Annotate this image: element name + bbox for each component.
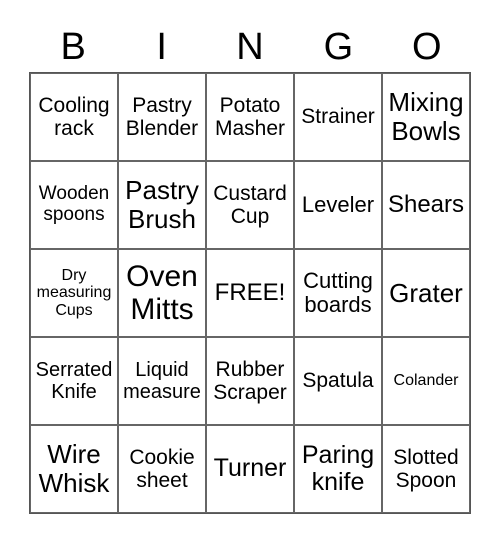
bingo-cell[interactable]: Serrated Knife <box>30 337 118 425</box>
bingo-cell[interactable]: Colander <box>382 337 470 425</box>
bingo-cell[interactable]: Cooling rack <box>30 73 118 161</box>
bingo-cell[interactable]: Cookie sheet <box>118 425 206 513</box>
bingo-cell[interactable]: Grater <box>382 249 470 337</box>
bingo-cell[interactable]: Potato Masher <box>206 73 294 161</box>
header-letter-n: N <box>236 26 264 68</box>
header-letter-b: B <box>60 26 86 68</box>
bingo-cell[interactable]: Paring knife <box>294 425 382 513</box>
bingo-header: B I N G O <box>29 22 471 72</box>
bingo-cell[interactable]: Pastry Brush <box>118 161 206 249</box>
bingo-cell[interactable]: Turner <box>206 425 294 513</box>
bingo-cell[interactable]: Wire Whisk <box>30 425 118 513</box>
bingo-cell[interactable]: Dry measuring Cups <box>30 249 118 337</box>
bingo-cell[interactable]: Spatula <box>294 337 382 425</box>
bingo-cell[interactable]: Liquid measure <box>118 337 206 425</box>
bingo-cell[interactable]: Slotted Spoon <box>382 425 470 513</box>
bingo-cell[interactable]: Cutting boards <box>294 249 382 337</box>
bingo-cell[interactable]: Custard Cup <box>206 161 294 249</box>
free-space-cell[interactable]: FREE! <box>206 249 294 337</box>
bingo-cell[interactable]: Oven Mitts <box>118 249 206 337</box>
bingo-cell[interactable]: Leveler <box>294 161 382 249</box>
bingo-cell[interactable]: Pastry Blender <box>118 73 206 161</box>
header-letter-g: G <box>323 26 354 68</box>
header-letter-i: I <box>156 26 167 68</box>
bingo-cell[interactable]: Shears <box>382 161 470 249</box>
bingo-cell[interactable]: Strainer <box>294 73 382 161</box>
bingo-cell[interactable]: Wooden spoons <box>30 161 118 249</box>
bingo-card-grid: Cooling rack Pastry Blender Potato Mashe… <box>29 72 471 514</box>
bingo-cell[interactable]: Rubber Scraper <box>206 337 294 425</box>
header-letter-o: O <box>412 26 442 68</box>
bingo-cell[interactable]: Mixing Bowls <box>382 73 470 161</box>
